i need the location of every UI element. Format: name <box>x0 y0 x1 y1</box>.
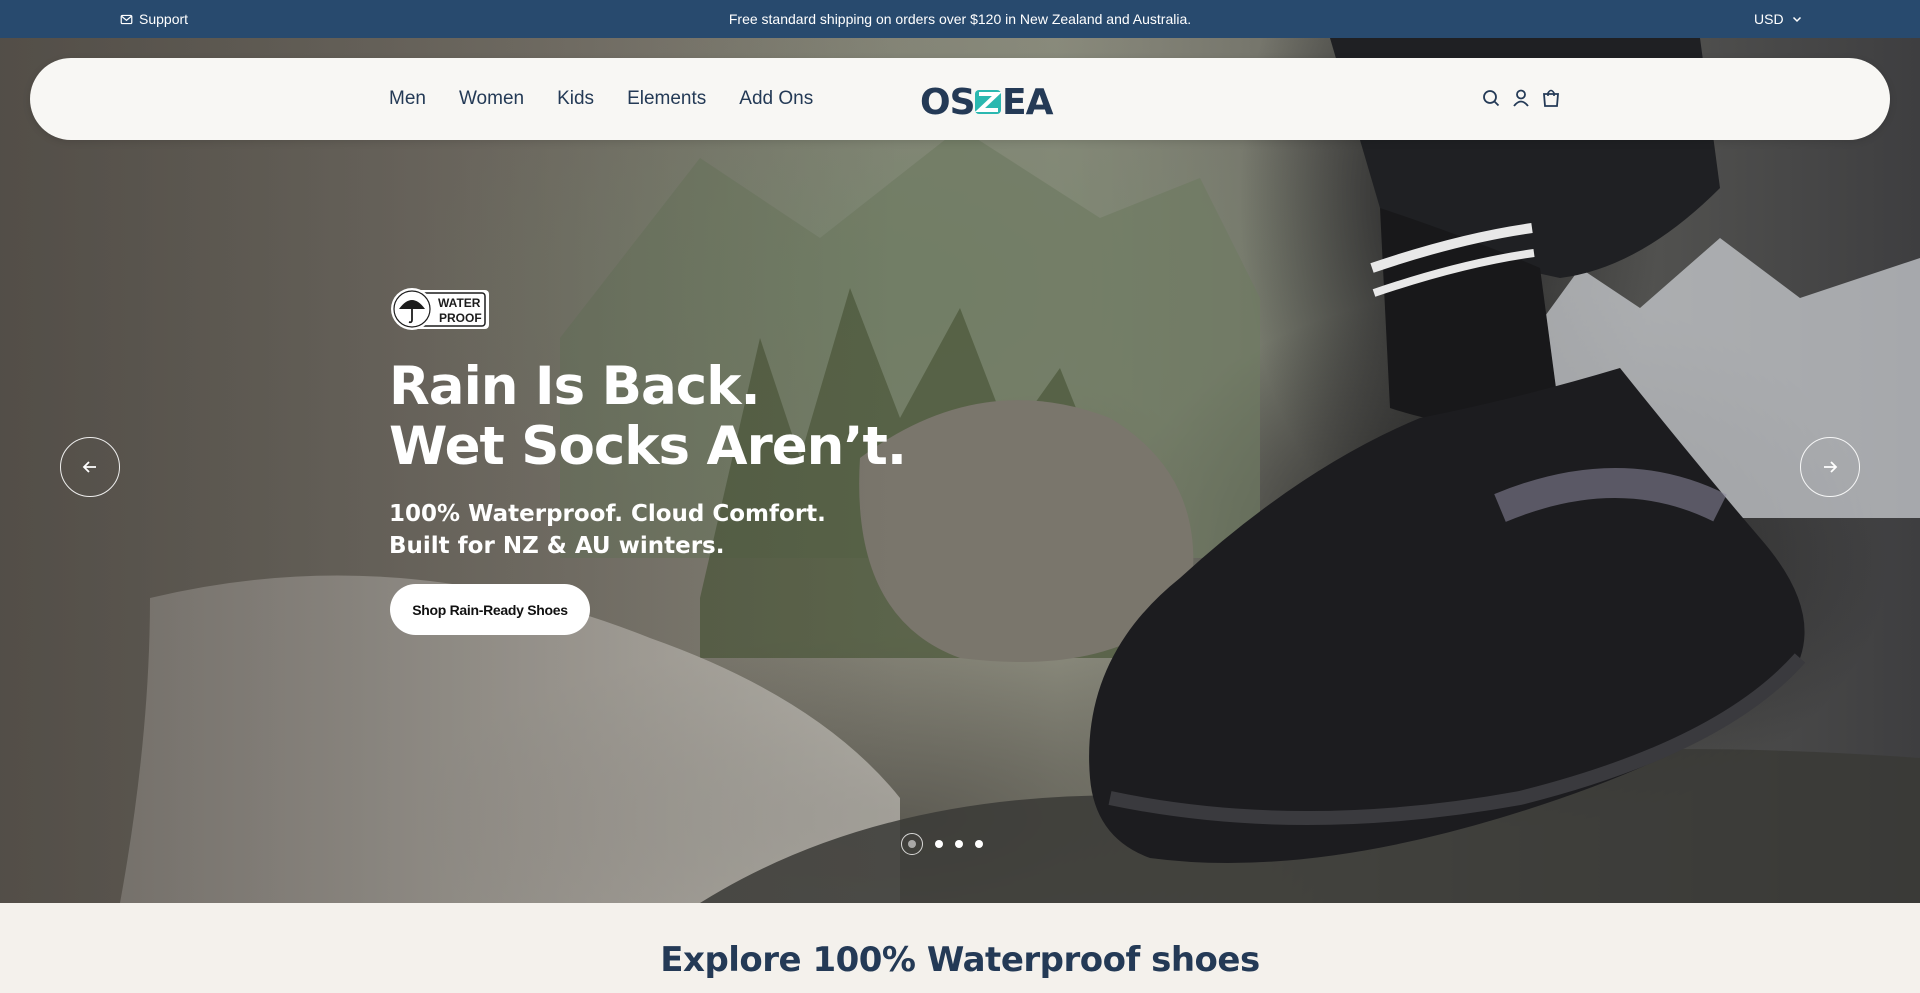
headline-line-1: Rain Is Back. <box>389 356 761 417</box>
main-navigation: Men Women Kids Elements Add Ons OS EA <box>30 58 1890 140</box>
svg-text:OS: OS <box>920 82 975 118</box>
nav-link-add-ons[interactable]: Add Ons <box>739 88 813 110</box>
carousel-pagination <box>901 833 983 855</box>
badge-line-2: PROOF <box>439 311 482 325</box>
hero-headline: Rain Is Back. Wet Socks Aren’t. <box>389 356 907 477</box>
arrow-left-icon <box>82 461 96 473</box>
carousel-prev-button[interactable] <box>60 437 120 497</box>
hero-banner <box>0 38 1920 903</box>
shipping-message: Free standard shipping on orders over $1… <box>728 11 1192 27</box>
subline-line-2: Built for NZ & AU winters. <box>389 533 725 559</box>
carousel-dot-2[interactable] <box>935 840 943 848</box>
arrow-right-icon <box>1824 461 1838 473</box>
nav-link-men[interactable]: Men <box>389 88 426 110</box>
search-icon[interactable] <box>1482 88 1500 108</box>
carousel-dot-3[interactable] <box>955 840 963 848</box>
cart-icon[interactable] <box>1542 88 1560 108</box>
headline-line-2: Wet Socks Aren’t. <box>389 416 907 477</box>
hero-subheadline: 100% Waterproof. Cloud Comfort. Built fo… <box>389 498 826 562</box>
currency-selector[interactable]: USD <box>1754 11 1802 27</box>
nav-icons <box>1482 88 1560 108</box>
shop-rain-ready-shoes-button[interactable]: Shop Rain-Ready Shoes <box>390 584 590 635</box>
section-title: Explore 100% Waterproof shoes <box>660 940 1260 980</box>
badge-line-1: WATER <box>438 296 481 310</box>
account-icon[interactable] <box>1512 88 1530 108</box>
oszea-logo[interactable]: OS EA <box>920 82 1060 118</box>
announcement-bar: Support Free standard shipping on orders… <box>0 0 1920 38</box>
svg-text:EA: EA <box>1002 82 1054 118</box>
carousel-dot-1[interactable] <box>901 833 923 855</box>
subline-line-1: 100% Waterproof. Cloud Comfort. <box>389 501 826 527</box>
nav-link-women[interactable]: Women <box>459 88 524 110</box>
currency-label: USD <box>1754 11 1784 27</box>
carousel-dot-4[interactable] <box>975 840 983 848</box>
waterproof-badge: WATER PROOF <box>391 288 489 330</box>
nav-links: Men Women Kids Elements Add Ons <box>389 58 813 140</box>
carousel-next-button[interactable] <box>1800 437 1860 497</box>
chevron-down-icon <box>1792 16 1801 23</box>
nav-link-kids[interactable]: Kids <box>557 88 594 110</box>
nav-link-elements[interactable]: Elements <box>627 88 706 110</box>
